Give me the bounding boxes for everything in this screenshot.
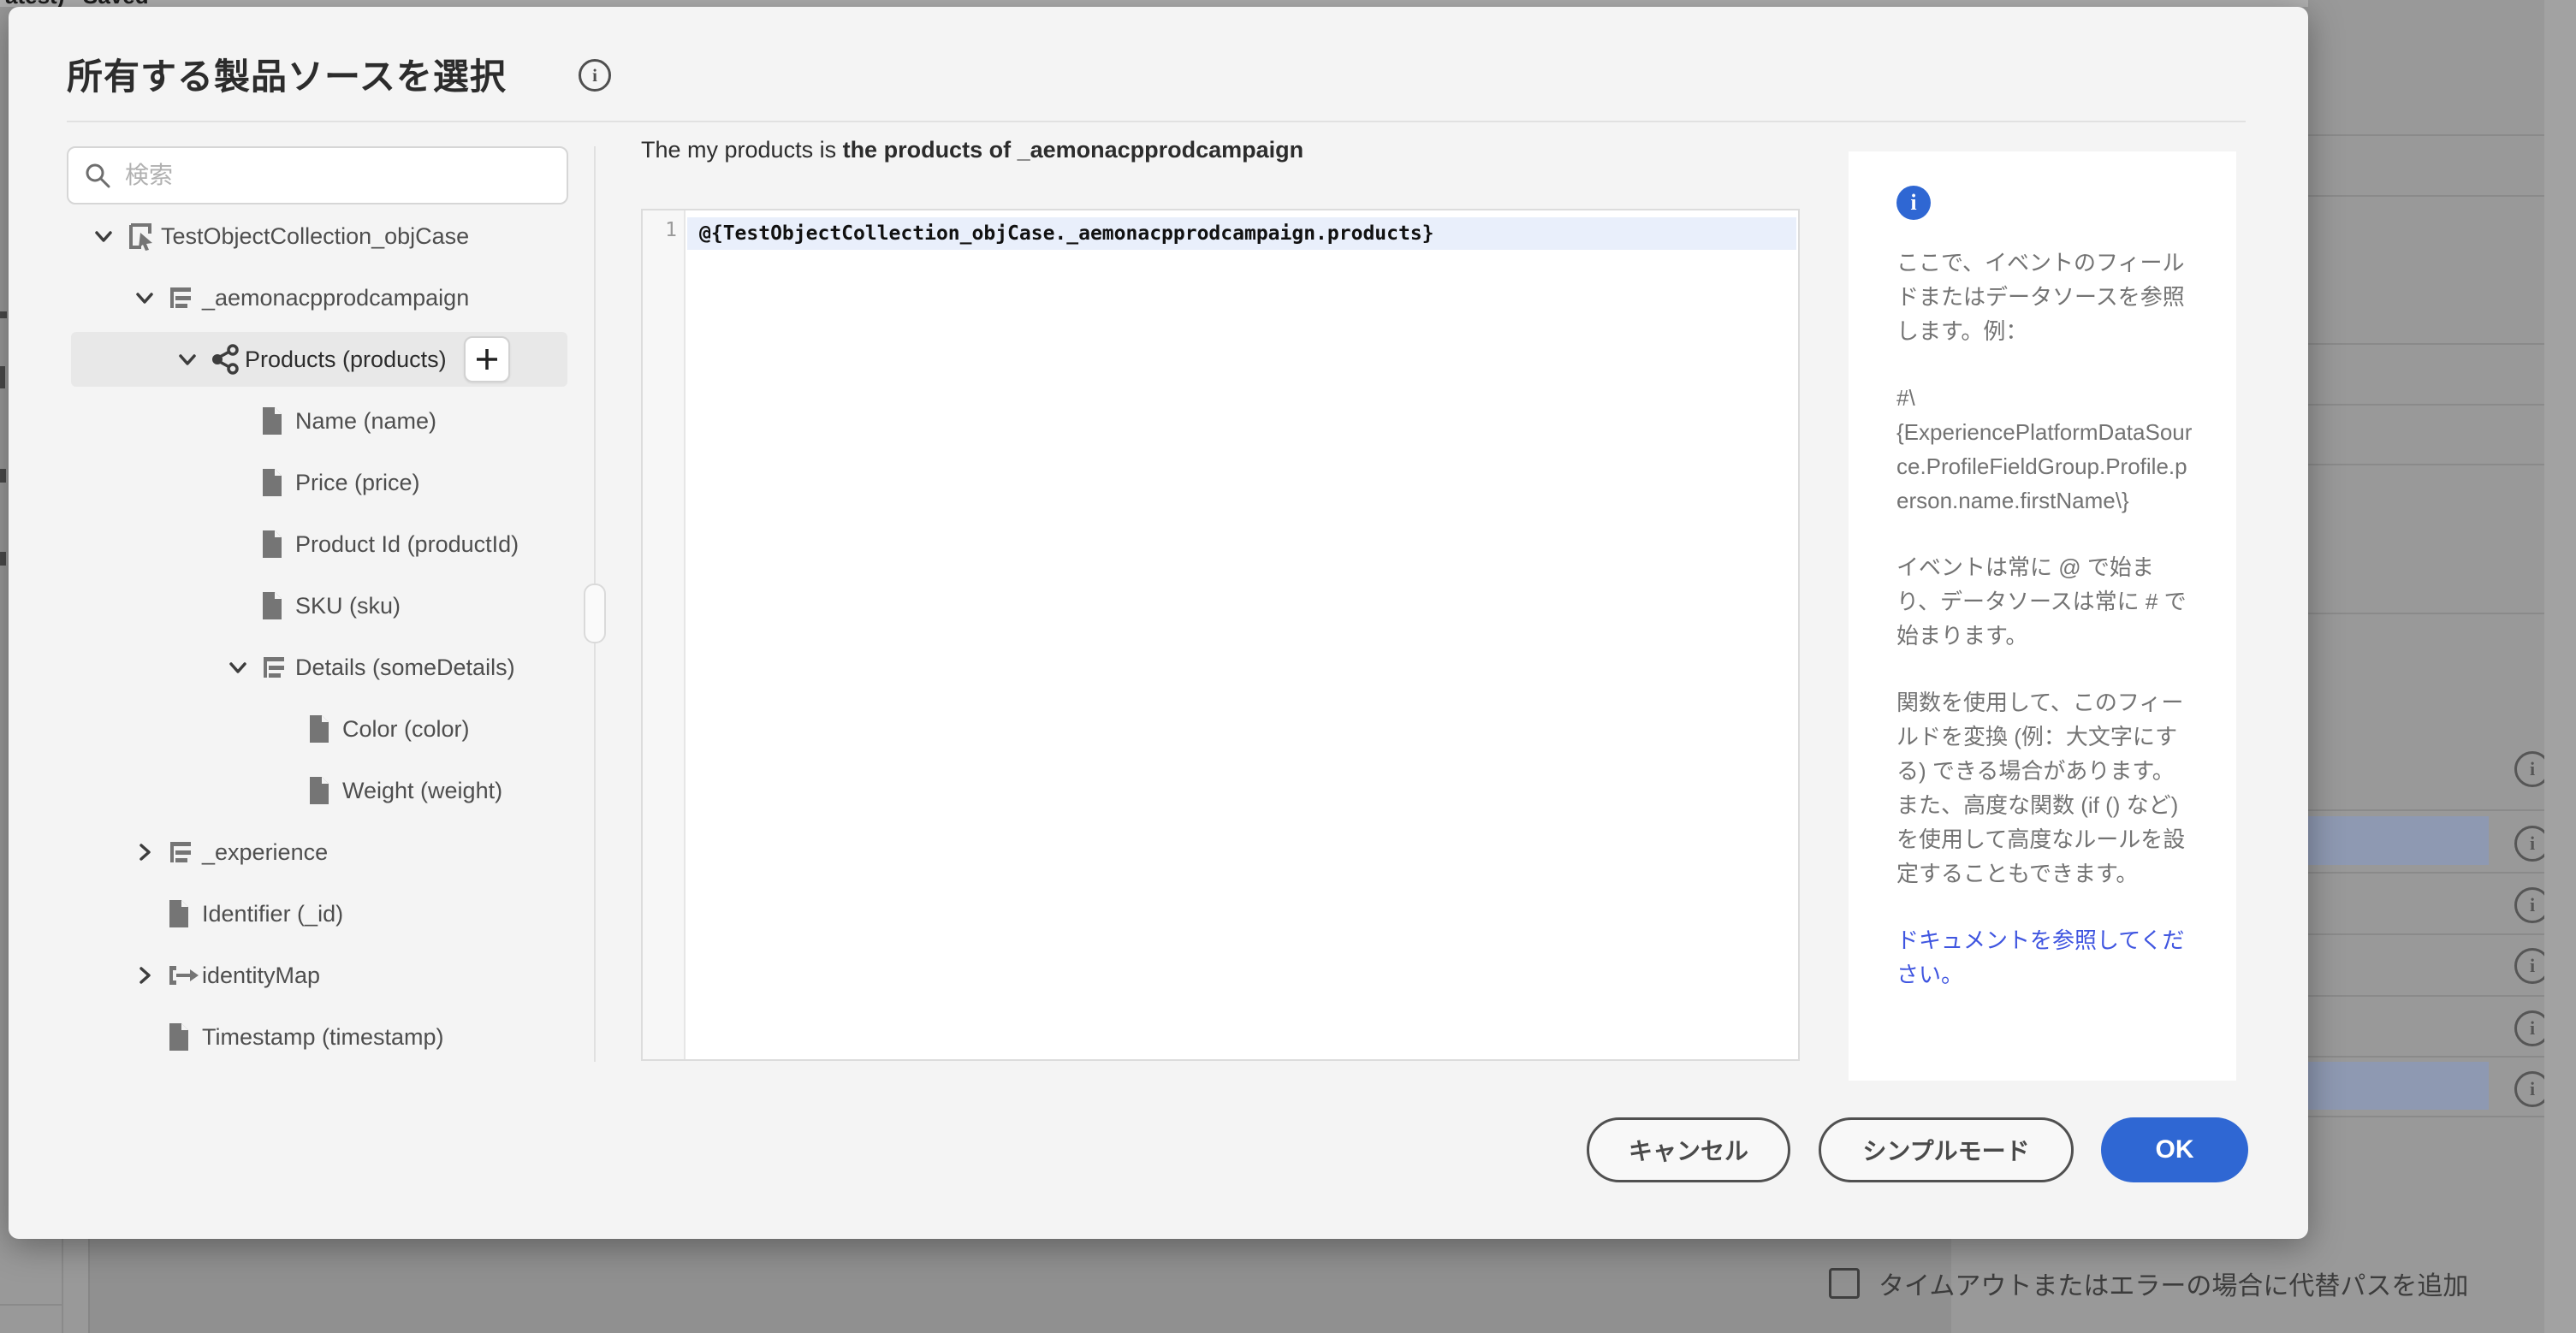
tree-item-Timestamp[interactable]: Timestamp (timestamp) [9,1006,751,1068]
help-paragraph-1: ここで、イベントのフィールドまたはデータソースを参照します。例： [1896,250,2185,344]
ok-button[interactable]: OK [2101,1117,2248,1182]
collection-icon [125,221,159,252]
select-product-source-dialog: 所有する製品ソースを選択 i TestObjectCollection_objC… [9,7,2308,1239]
background-row-divider [2308,872,2544,874]
object-icon [166,282,200,313]
title-info-icon[interactable]: i [579,59,611,92]
help-example-prefix: #\ [1896,385,1915,411]
chevron-down-icon[interactable] [134,287,166,309]
add-field-button[interactable] [463,336,510,382]
tree-item-label: Product Id (productId) [295,530,519,557]
tree-item-label: _aemonacpprodcampaign [202,284,470,311]
dialog-title: 所有する製品ソースを選択 [67,56,507,97]
search-icon [84,162,111,189]
help-paragraph-4: 関数を使用して、このフィールドを変換 (例：大文字にする) できる場合があります… [1896,690,2186,886]
tree-item-label: Products (products) [245,346,447,372]
line-number: 1 [665,219,677,241]
background-clipped-glyph [0,469,6,483]
expression-description: The my products is the products of _aemo… [641,137,1303,163]
screen: { "background": { "top_left_text": "ates… [0,0,2576,1333]
tree-item-TestObjectCollection_objCase[interactable]: TestObjectCollection_objCase [9,205,678,267]
background-row-divider [2308,995,2544,997]
background-right-edge [2544,0,2576,1333]
tree-item-_aemonacpprodcampaign[interactable]: _aemonacpprodcampaign [9,267,719,329]
search-input[interactable] [123,161,537,190]
tree-item-label: TestObjectCollection_objCase [161,222,470,249]
background-row-divider [2308,1056,2544,1058]
background-row-divider [2308,809,2544,811]
tree-item-label: _experience [202,838,329,865]
cancel-button[interactable]: キャンセル [1587,1117,1790,1182]
object-icon [166,837,200,868]
background-row-divider [2308,343,2544,345]
tree-item-label: Price (price) [295,469,420,495]
documentation-link[interactable]: ドキュメントを参照してください。 [1896,927,2184,987]
background-row-divider [2308,1116,2544,1117]
array-icon [209,343,243,376]
object-icon [259,652,294,683]
tree-item-label: Timestamp (timestamp) [202,1023,444,1050]
chevron-down-icon[interactable] [92,225,125,247]
chevron-down-icon[interactable] [176,348,209,370]
tree-item-label: Name (name) [295,407,437,434]
tree-item-label: SKU (sku) [295,592,401,619]
background-left-hline [0,1304,62,1306]
tree-item-_experience[interactable]: _experience [9,821,719,883]
description-bold: the products of _aemonacpprodcampaign [842,137,1304,163]
field-icon [259,467,294,498]
fallback-path-label: タイムアウトまたはエラーの場合に代替パスを追加 [1879,1272,2469,1300]
chevron-down-icon[interactable] [227,656,259,678]
background-row-divider [2308,613,2544,614]
field-icon [259,529,294,560]
tree-item-label: Weight (weight) [342,777,503,803]
background-header-strip: atest) Saved [0,0,2308,7]
map-icon [166,960,200,991]
tree-item-label: Color (color) [342,715,470,742]
tree-item-identityMap[interactable]: identityMap [9,945,719,1006]
background-row-divider [2308,195,2544,197]
chevron-right-icon[interactable] [134,841,166,863]
help-example-path: {ExperiencePlatformDataSource.ProfileFie… [1896,419,2193,513]
simple-mode-button[interactable]: シンプルモード [1819,1117,2074,1182]
tree-item-label: Details (someDetails) [295,654,515,680]
help-panel: i ここで、イベントのフィールドまたはデータソースを参照します。例： #\ {E… [1849,151,2236,1081]
background-row-divider [2308,134,2544,136]
field-icon [259,406,294,436]
tree-item-label: identityMap [202,962,321,988]
tree-scrollbar-thumb[interactable] [584,584,606,643]
help-paragraph-2: #\ {ExperiencePlatformDataSource.Profile… [1896,381,2195,518]
search-box [67,146,568,204]
field-icon [166,898,200,929]
background-saved-text: atest) Saved [5,0,149,7]
background-clipped-glyph [0,311,7,318]
background-clipped-glyph [0,552,6,566]
help-paragraph-3: イベントは常に @ で始まり、データソースは常に # で始まります。 [1896,554,2187,649]
editor-gutter: 1 [643,210,686,1059]
background-left-rail-line2 [88,1239,90,1333]
fallback-path-checkbox[interactable] [1829,1268,1860,1299]
help-doc-link-wrap: ドキュメントを参照してください。 [1896,923,2195,992]
description-prefix: The my products is [641,137,843,163]
background-clipped-glyph [0,366,5,388]
field-icon [306,775,341,806]
background-left-rail-line [62,1239,63,1333]
info-icon: i [1896,186,1931,220]
expression-code: @{TestObjectCollection_objCase._aemonacp… [699,222,1434,245]
field-icon [259,590,294,621]
fallback-path-checkbox-row: タイムアウトまたはエラーの場合に代替パスを追加 [1829,1265,2468,1302]
field-icon [306,714,341,744]
background-row-divider [2308,933,2544,935]
tree-item-label: Identifier (_id) [202,900,344,927]
chevron-right-icon[interactable] [134,964,166,986]
background-highlighted-field [2308,816,2489,865]
background-canvas-below-modal [88,1239,1951,1333]
background-row-divider [2308,464,2544,465]
title-divider [67,121,2246,122]
tree-item-Identifier[interactable]: Identifier (_id) [9,883,751,945]
expression-editor[interactable]: 1 @{TestObjectCollection_objCase._aemona… [641,209,1800,1061]
field-icon [166,1022,200,1052]
active-code-line[interactable]: @{TestObjectCollection_objCase._aemonacp… [687,217,1796,250]
background-row-divider [2308,404,2544,406]
background-highlighted-field [2308,1062,2489,1110]
